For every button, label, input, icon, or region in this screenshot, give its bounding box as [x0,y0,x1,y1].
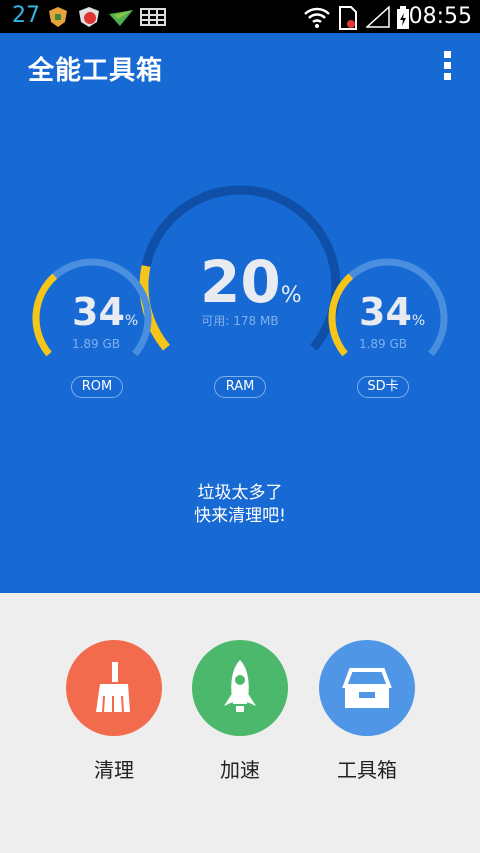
boost-button[interactable]: 加速 [190,640,290,783]
ram-label[interactable]: RAM [214,376,266,398]
clean-button[interactable]: 清理 [64,640,164,783]
toolbox-label: 工具箱 [337,758,397,782]
toolbox-circle [319,640,415,736]
clean-circle [66,640,162,736]
ram-percent: 20% [200,248,302,316]
boost-label: 加速 [220,758,260,782]
toolbox-button[interactable]: 工具箱 [317,640,417,783]
sd-label[interactable]: SD卡 [357,376,409,398]
rom-size: 1.89 GB [71,337,121,351]
sd-percent: 34% [359,290,425,334]
sd-size: 1.89 GB [358,337,408,351]
ram-percent-value: 20 [200,248,281,316]
broom-icon [96,662,130,713]
message-line-1: 垃圾太多了 [197,483,283,503]
sd-percent-value: 34 [359,290,412,334]
sd-percent-unit: % [411,313,426,329]
rom-label[interactable]: ROM [71,376,123,398]
clean-label: 清理 [94,758,134,782]
ram-available: 可用: 178 MB [201,314,279,328]
rom-percent: 34% [72,290,138,334]
boost-circle [192,640,288,736]
rom-percent-value: 34 [72,290,125,334]
cleanup-message: 垃圾太多了 快来清理吧! [140,482,340,528]
rom-percent-unit: % [124,313,139,329]
rocket-icon [224,660,256,712]
message-line-2: 快来清理吧! [194,506,286,526]
rom-gauge-fill [32,273,58,357]
toolbox-icon [342,668,392,708]
ram-percent-unit: % [280,283,302,308]
